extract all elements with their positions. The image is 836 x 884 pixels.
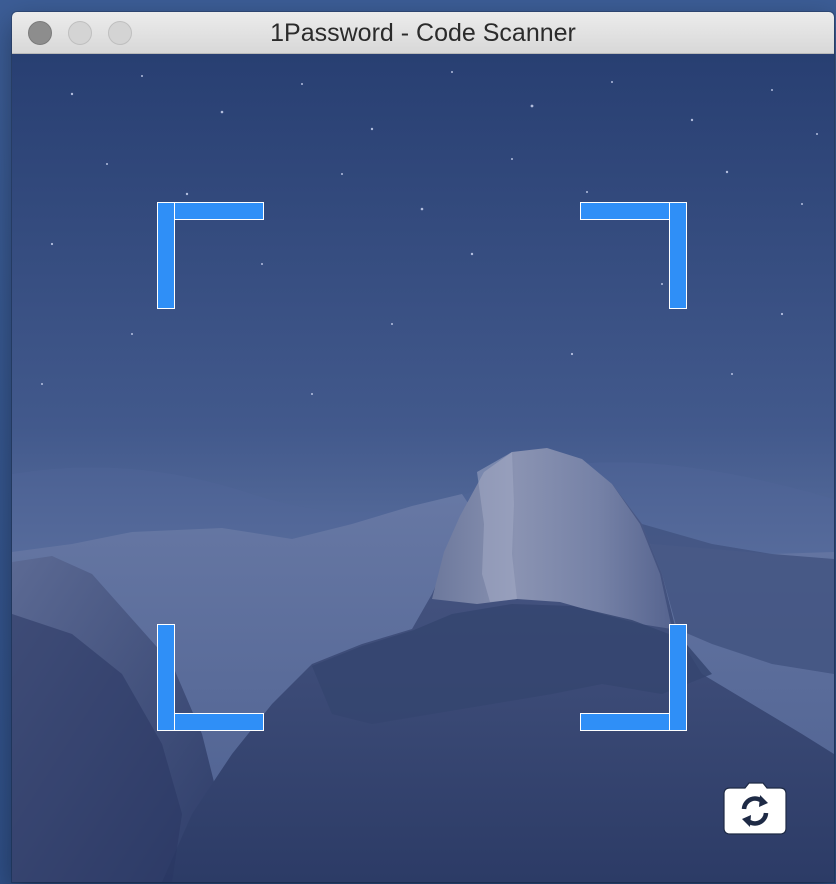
- camera-viewport: [12, 54, 834, 882]
- scan-frame-bottom-right-corner: [580, 624, 687, 731]
- code-scanner-window: 1Password - Code Scanner: [12, 12, 834, 882]
- window-title: 1Password - Code Scanner: [270, 19, 576, 47]
- camera-switch-icon: [723, 782, 787, 835]
- switch-camera-button[interactable]: [722, 782, 788, 836]
- title-bar[interactable]: 1Password - Code Scanner: [12, 12, 834, 54]
- scan-frame-bottom-left-corner: [157, 624, 264, 731]
- scan-frame-top-right-corner: [580, 202, 687, 309]
- camera-feed-image: [12, 54, 834, 882]
- scan-frame-top-left-corner: [157, 202, 264, 309]
